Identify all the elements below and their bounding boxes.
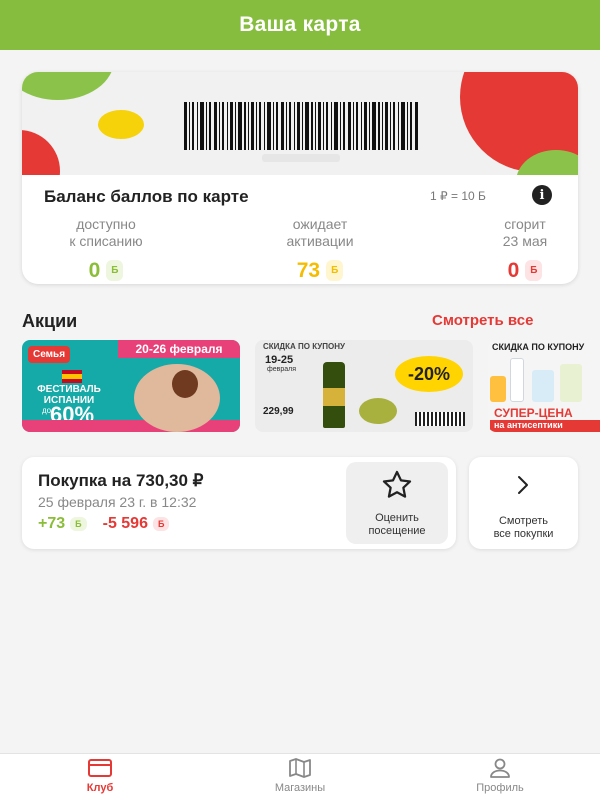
tab-label: Клуб — [86, 782, 114, 794]
promo-banner[interactable]: СКИДКА ПО КУПОНУ 19-25 февраля 229,99 -2… — [255, 340, 473, 432]
section-title-promos: Акции — [22, 311, 78, 331]
rate-visit-label-line: Оценить — [375, 512, 419, 524]
stat-value: 0 Б — [508, 260, 543, 281]
promo-price: 229,99 — [263, 406, 294, 417]
stat-label: к списанию — [69, 233, 143, 249]
stat-label: сгорит — [504, 216, 546, 232]
promo-tag: СКИДКА ПО КУПОНУ — [263, 342, 345, 351]
stat-pending: ожидает активации 73 Б — [240, 216, 400, 281]
promo-tag: СКИДКА ПО КУПОНУ — [492, 342, 585, 352]
star-icon — [382, 470, 412, 498]
points-spent: -5 596 Б — [103, 515, 170, 533]
stat-label: 23 мая — [502, 233, 548, 249]
points-spent-value: -5 596 — [102, 515, 148, 532]
rate-visit-button[interactable]: Оценить посещение — [346, 462, 448, 544]
stat-label: доступно — [76, 216, 136, 232]
product-image — [510, 358, 524, 402]
person-icon — [490, 758, 510, 778]
barcode — [184, 102, 418, 150]
see-all-link[interactable]: Смотреть все — [432, 312, 533, 329]
points-unit-badge: Б — [70, 517, 87, 531]
promo-banner[interactable]: СКИДКА ПО КУПОНУ СУПЕР-ЦЕНА на антисепти… — [488, 340, 600, 432]
decor-red-blob — [22, 130, 60, 175]
info-icon[interactable]: i — [532, 185, 552, 205]
tab-label: Магазины — [274, 782, 326, 794]
product-image — [359, 398, 397, 424]
all-purchases-button[interactable]: Смотреть все покупки — [469, 457, 578, 549]
barcode — [415, 412, 465, 426]
purchase-date: 25 февраля 23 г. в 12:32 — [38, 494, 197, 510]
decor-yellow-blob — [98, 110, 144, 139]
product-image — [490, 376, 506, 402]
decor-green-blob — [22, 72, 114, 100]
all-purchases-label-line: все покупки — [493, 528, 554, 540]
app-header: Ваша карта — [0, 0, 600, 50]
tab-stores[interactable]: Магазины — [240, 758, 360, 794]
rate-visit-label: Оценить посещение — [346, 512, 448, 538]
promo-subline: на антисептики — [490, 420, 600, 432]
points-unit-badge: Б — [106, 260, 124, 281]
promo-month: февраля — [267, 366, 297, 373]
barcode-number-placeholder — [262, 154, 340, 162]
promo-photo — [172, 370, 198, 398]
last-purchase-card[interactable]: Покупка на 730,30 ₽ 25 февраля 23 г. в 1… — [22, 457, 456, 549]
chevron-right-icon — [518, 476, 528, 494]
stat-value: 73 Б — [297, 260, 344, 281]
tab-label: Профиль — [476, 782, 524, 794]
points-unit-badge: Б — [152, 517, 170, 531]
rate-visit-label-line: посещение — [368, 525, 426, 537]
promo-discount: -20% — [407, 363, 451, 384]
points-unit-badge: Б — [326, 260, 344, 281]
spain-flag-icon — [62, 370, 82, 383]
balance-title: Баланс баллов по карте — [44, 187, 249, 206]
stat-number: 73 — [296, 259, 321, 282]
stat-label: активации — [286, 233, 354, 249]
card-barcode-area — [22, 72, 578, 175]
points-rate: 1 ₽ = 10 Б — [430, 189, 486, 203]
store-logo: Семья — [28, 346, 71, 363]
promo-date: 19-25 — [265, 354, 294, 366]
product-image — [532, 370, 554, 402]
discount-badge: -20% — [395, 356, 463, 392]
product-image — [323, 388, 345, 406]
promo-banner[interactable]: Семья 20-26 февраля ФЕСТИВАЛЬ ИСПАНИИ до… — [22, 340, 240, 432]
tab-club[interactable]: Клуб — [40, 758, 160, 794]
tab-profile[interactable]: Профиль — [440, 758, 560, 794]
stat-label: ожидает — [292, 216, 348, 232]
purchase-title: Покупка на 730,30 ₽ — [38, 471, 204, 490]
all-purchases-label: Смотреть все покупки — [469, 515, 578, 541]
purchase-points: +73 Б -5 596 Б — [38, 515, 170, 533]
bottom-tab-bar: Клуб Магазины Профиль — [0, 753, 600, 800]
product-image — [560, 364, 582, 402]
map-icon — [289, 758, 311, 778]
promo-headline: СУПЕР-ЦЕНА — [494, 406, 573, 420]
card-icon — [88, 759, 112, 777]
points-earned: +73 Б — [38, 515, 87, 533]
stat-value: 0 Б — [89, 260, 124, 281]
stat-number: 0 — [507, 259, 520, 282]
points-earned-value: +73 — [38, 515, 66, 532]
stat-available: доступно к списанию 0 Б — [36, 216, 176, 281]
stat-expiring: сгорит 23 мая 0 Б — [460, 216, 578, 281]
promo-date: 20-26 февраля — [118, 340, 240, 358]
all-purchases-label-line: Смотреть — [498, 515, 549, 527]
stat-number: 0 — [88, 259, 101, 282]
page-title: Ваша карта — [239, 13, 361, 36]
loyalty-card[interactable]: Баланс баллов по карте 1 ₽ = 10 Б i дост… — [22, 72, 578, 284]
points-unit-badge: Б — [525, 260, 543, 281]
